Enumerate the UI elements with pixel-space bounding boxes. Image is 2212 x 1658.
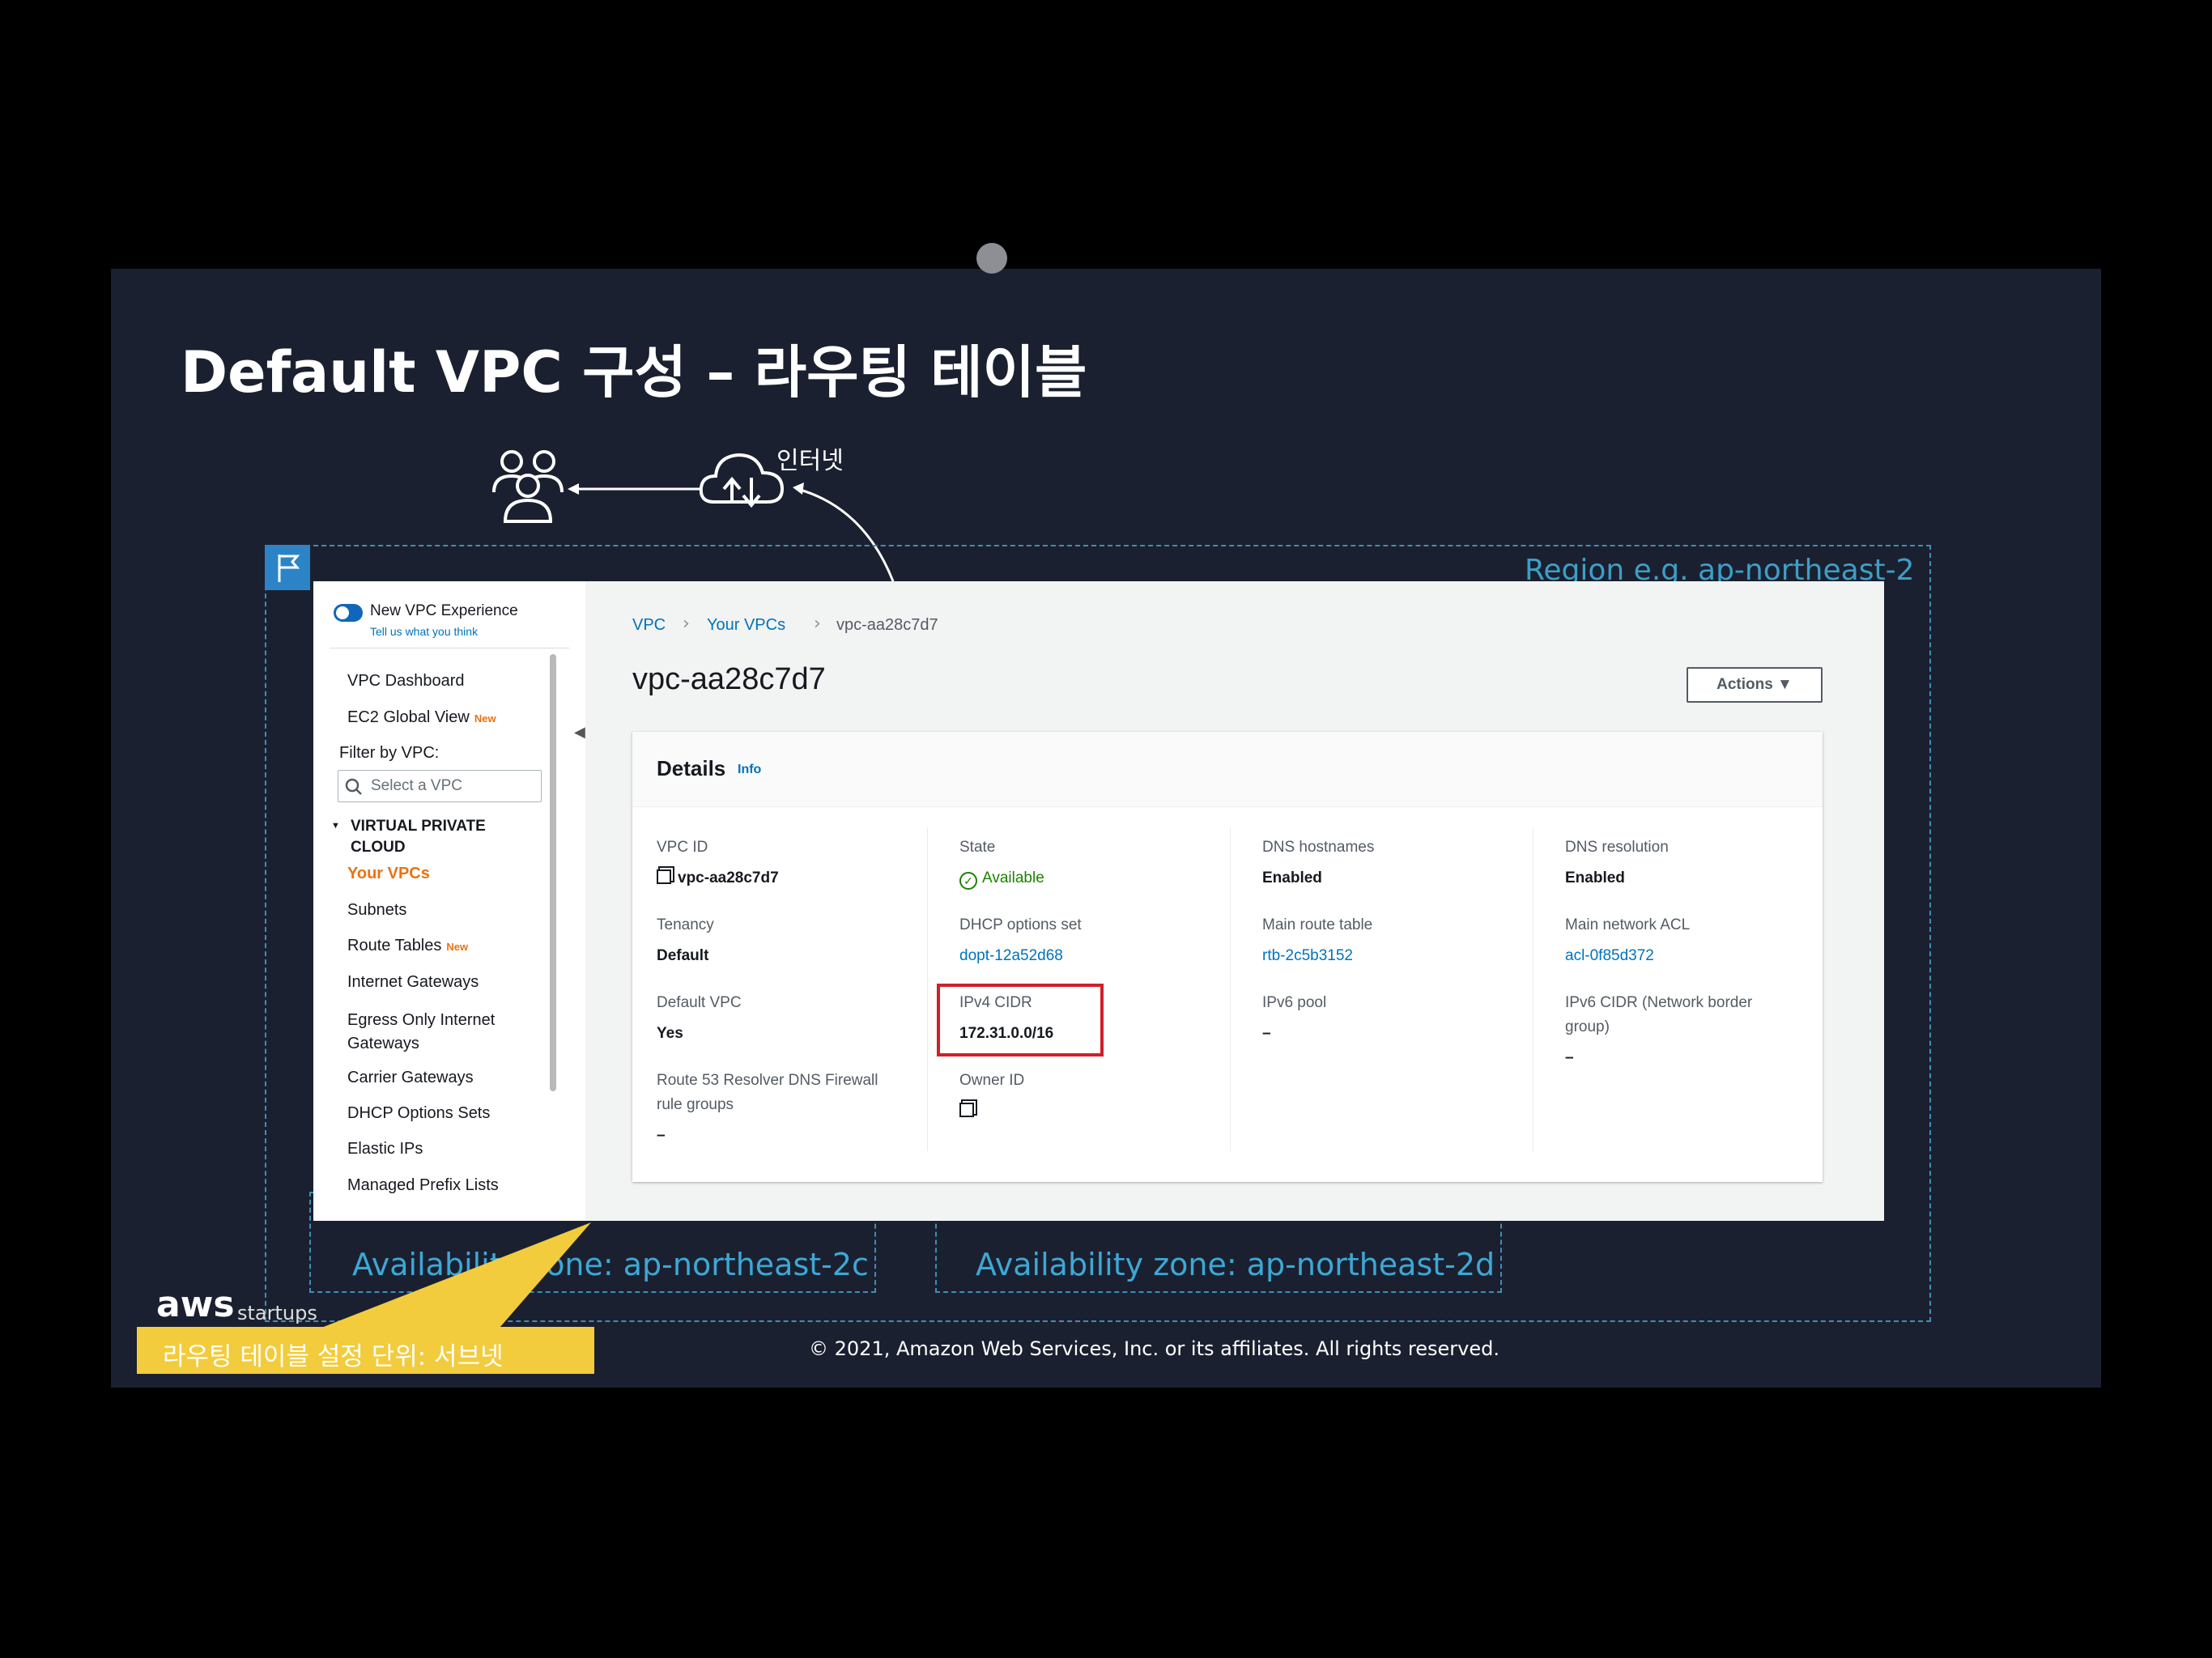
sidebar-item-dhcp-options[interactable]: DHCP Options Sets [347, 1104, 490, 1123]
sidebar-scrollbar[interactable] [550, 654, 556, 1091]
sidebar-item-route-tables[interactable]: Route Tables New [347, 937, 468, 955]
main-content: VPC › Your VPCs › vpc-aa28c7d7 vpc-aa28c… [585, 581, 1884, 1221]
new-experience-toggle[interactable] [334, 604, 363, 622]
sidebar: New VPC Experience Tell us what you thin… [313, 581, 586, 1221]
sidebar-item-elastic-ips[interactable]: Elastic IPs [347, 1140, 423, 1158]
main-route-table-label: Main route table [1262, 916, 1373, 933]
aws-logo: aws [156, 1284, 235, 1325]
filter-label: Filter by VPC: [339, 744, 440, 762]
state-text: Available [982, 869, 1044, 886]
column-divider [1533, 827, 1534, 1151]
route53-label: Route 53 Resolver DNS Firewall rule grou… [657, 1072, 878, 1113]
tenancy-value: Default [657, 947, 709, 964]
details-title: Details [657, 756, 726, 780]
ipv6-pool-label: IPv6 pool [1262, 994, 1327, 1011]
callout-text: 라우팅 테이블 설정 단위: 서브넷 [163, 1342, 504, 1371]
section-virtual-private-cloud[interactable]: VIRTUAL PRIVATE CLOUD [351, 816, 513, 858]
default-vpc-label: Default VPC [657, 994, 742, 1011]
internet-label: 인터넷 [776, 447, 844, 475]
users-icon [492, 450, 564, 523]
sidebar-item-label: EC2 Global View [347, 708, 470, 726]
actions-button[interactable]: Actions ▼ [1687, 667, 1823, 703]
main-route-table-link[interactable]: rtb-2c5b3152 [1262, 947, 1353, 965]
info-link[interactable]: Info [738, 763, 761, 777]
sidebar-item-ec2-global-view[interactable]: EC2 Global View New [347, 708, 496, 727]
copy-icon[interactable] [959, 1103, 974, 1117]
vpc-filter-input[interactable]: Select a VPC [338, 770, 542, 802]
new-badge: New [446, 941, 469, 953]
vpc-id-text: vpc-aa28c7d7 [678, 869, 779, 886]
dns-resolution-label: DNS resolution [1565, 839, 1669, 856]
vpc-id-label: VPC ID [657, 839, 708, 856]
ipv4-cidr-highlight [937, 984, 1104, 1056]
breadcrumb-current: vpc-aa28c7d7 [836, 616, 938, 634]
default-vpc-value: Yes [657, 1025, 683, 1042]
sidebar-item-carrier-gateways[interactable]: Carrier Gateways [347, 1069, 474, 1087]
aws-startups-label: startups [237, 1302, 317, 1324]
details-header [632, 732, 1823, 807]
sidebar-item-label: Route Tables [347, 937, 442, 954]
ipv6-pool-value: – [1262, 1025, 1271, 1042]
collapse-sidebar-icon[interactable]: ◀ [574, 724, 585, 741]
chevron-right-icon: › [683, 614, 690, 634]
copy-icon[interactable] [657, 869, 671, 884]
feedback-link[interactable]: Tell us what you think [370, 625, 478, 638]
az2-label: Availability zone: ap-northeast-2d [976, 1247, 1495, 1282]
column-divider [1230, 827, 1231, 1151]
caret-down-icon[interactable]: ▼ [331, 821, 340, 831]
dhcp-link[interactable]: dopt-12a52d68 [959, 947, 1063, 965]
page-title: vpc-aa28c7d7 [632, 662, 826, 696]
pointer-dot [976, 243, 1007, 274]
state-value: ✓ Available [959, 869, 1044, 890]
sidebar-item-subnets[interactable]: Subnets [347, 901, 406, 920]
column-divider [927, 827, 928, 1151]
vpc-id-value: vpc-aa28c7d7 [657, 869, 779, 887]
sidebar-item-managed-prefix-lists[interactable]: Managed Prefix Lists [347, 1176, 499, 1195]
route53-value: – [657, 1127, 666, 1144]
details-panel: Details Info VPC ID vpc-aa28c7d7 State ✓… [632, 732, 1823, 1182]
search-icon [345, 778, 362, 795]
new-badge: New [474, 712, 496, 725]
presentation-slide: Default VPC 구성 – 라우팅 테이블 인터넷 Region e.g.… [111, 269, 2101, 1388]
owner-id-label: Owner ID [959, 1072, 1025, 1089]
sidebar-item-vpc-dashboard[interactable]: VPC Dashboard [347, 672, 465, 691]
dns-resolution-value: Enabled [1565, 869, 1625, 886]
check-circle-icon: ✓ [959, 872, 977, 890]
sidebar-item-your-vpcs[interactable]: Your VPCs [347, 865, 430, 883]
az1-label: Availability zone: ap-northeast-2c [352, 1247, 869, 1282]
main-acl-label: Main network ACL [1565, 916, 1691, 933]
ipv6-cidr-value: – [1565, 1049, 1574, 1066]
internet-cloud-icon [699, 453, 785, 508]
new-experience-label: New VPC Experience [370, 602, 518, 619]
dns-hostnames-label: DNS hostnames [1262, 839, 1375, 856]
main-acl-link[interactable]: acl-0f85d372 [1565, 947, 1654, 965]
search-placeholder: Select a VPC [371, 777, 462, 794]
sidebar-item-egress-only[interactable]: Egress Only Internet Gateways [347, 1009, 525, 1056]
chevron-right-icon: › [814, 614, 821, 634]
tenancy-label: Tenancy [657, 916, 714, 933]
slide-title: Default VPC 구성 – 라우팅 테이블 [181, 339, 1087, 406]
region-flag-icon [265, 545, 310, 590]
breadcrumb-vpc[interactable]: VPC [632, 616, 666, 635]
aws-console: New VPC Experience Tell us what you thin… [313, 581, 1884, 1221]
dns-hostnames-value: Enabled [1262, 869, 1322, 886]
dhcp-label: DHCP options set [959, 916, 1082, 933]
copyright-text: © 2021, Amazon Web Services, Inc. or its… [809, 1337, 1500, 1360]
breadcrumb-your-vpcs[interactable]: Your VPCs [707, 616, 785, 635]
ipv6-cidr-label: IPv6 CIDR (Network border group) [1565, 994, 1753, 1035]
owner-id-value [959, 1103, 974, 1120]
sidebar-item-internet-gateways[interactable]: Internet Gateways [347, 973, 479, 992]
state-label: State [959, 839, 996, 856]
